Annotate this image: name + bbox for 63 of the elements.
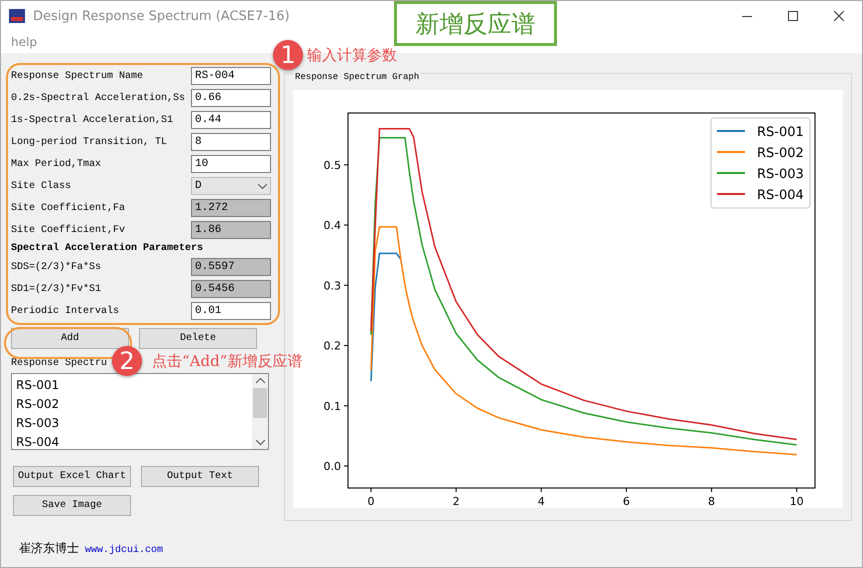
y-tick-label: 0.5 — [324, 158, 341, 172]
section-heading: Spectral Acceleration Parameters — [11, 243, 204, 254]
input-field[interactable]: 0.44 — [191, 111, 271, 129]
graph-title: Response Spectrum Graph — [293, 72, 422, 82]
callout-text: 输入计算参数 — [307, 46, 397, 65]
readonly-field: 1.86 — [191, 221, 271, 239]
list-item[interactable]: RS-004 — [16, 433, 248, 452]
maximize-icon — [788, 11, 798, 21]
x-tick-label: 2 — [452, 495, 460, 508]
y-tick-label: 0.1 — [324, 400, 341, 413]
field-label: Site Class — [11, 180, 72, 192]
action-button[interactable]: Delete — [139, 328, 257, 349]
list-item[interactable]: RS-001 — [16, 376, 248, 395]
output-button[interactable]: Output Excel Chart — [13, 466, 131, 487]
field-label: 1s-Spectral Acceleration,S1 — [11, 114, 174, 126]
readonly-field: 1.272 — [191, 199, 271, 217]
output-button[interactable]: Output Text — [141, 466, 259, 487]
input-field[interactable]: 10 — [191, 155, 271, 173]
close-icon — [834, 11, 844, 21]
list-item[interactable]: RS-003 — [16, 414, 248, 433]
input-field[interactable]: RS-004 — [191, 67, 271, 85]
y-tick-label: 0.2 — [324, 340, 341, 353]
x-tick-label: 0 — [368, 495, 374, 508]
field-label: Response Spectrum Name — [11, 70, 144, 82]
field-label: SDS=(2/3)*Fa*Ss — [11, 262, 102, 272]
legend-label: RS-002 — [757, 146, 804, 161]
list-label: Response Spectru — [10, 358, 108, 369]
field-label: Periodic Intervals — [11, 306, 120, 316]
output-button[interactable]: Save Image — [13, 495, 131, 516]
window-title: Design Response Spectrum (ACSE7-16) — [33, 8, 290, 24]
readonly-field: 0.5597 — [191, 258, 271, 276]
author-name: 崔济东博士 — [19, 540, 79, 557]
input-field[interactable]: 0.66 — [191, 89, 271, 107]
dropdown[interactable]: D — [191, 177, 271, 195]
x-tick-label: 8 — [708, 495, 716, 508]
legend-label: RS-001 — [757, 125, 804, 140]
scrollbar[interactable] — [252, 374, 268, 449]
y-tick-label: 0.0 — [324, 460, 341, 473]
website-link[interactable]: www.jdcui.com — [85, 545, 164, 556]
spectrum-list[interactable]: RS-001 RS-002 RS-003 RS-004 — [11, 373, 269, 450]
chevron-down-icon — [258, 184, 267, 188]
readonly-field: 0.5456 — [191, 280, 271, 298]
input-field[interactable]: 8 — [191, 133, 271, 151]
field-label: Long-period Transition, TL — [11, 136, 168, 148]
field-label: 0.2s-Spectral Acceleration,Ss — [11, 92, 186, 104]
action-button[interactable]: Add — [11, 328, 129, 349]
step-badge: 2 — [112, 346, 142, 376]
input-field[interactable]: 0.01 — [191, 302, 271, 320]
field-label: Site Coefficient,Fv — [11, 224, 126, 236]
list-item[interactable]: RS-002 — [16, 395, 248, 414]
banner-caption: 新增反应谱 — [394, 1, 557, 46]
callout-text: 点击“Add”新增反应谱 — [152, 352, 302, 371]
legend-label: RS-004 — [757, 188, 804, 203]
field-label: Site Coefficient,Fa — [11, 202, 126, 214]
y-tick-label: 0.3 — [324, 279, 341, 292]
x-tick-label: 4 — [538, 495, 545, 508]
legend-label: RS-003 — [757, 167, 804, 182]
field-label: SD1=(2/3)*Fv*S1 — [11, 284, 102, 294]
x-tick-label: 10 — [790, 495, 804, 508]
app-icon — [9, 9, 25, 23]
field-label: Max Period,Tmax — [11, 158, 102, 170]
y-tick-label: 0.4 — [324, 219, 341, 232]
x-tick-label: 6 — [622, 495, 630, 508]
